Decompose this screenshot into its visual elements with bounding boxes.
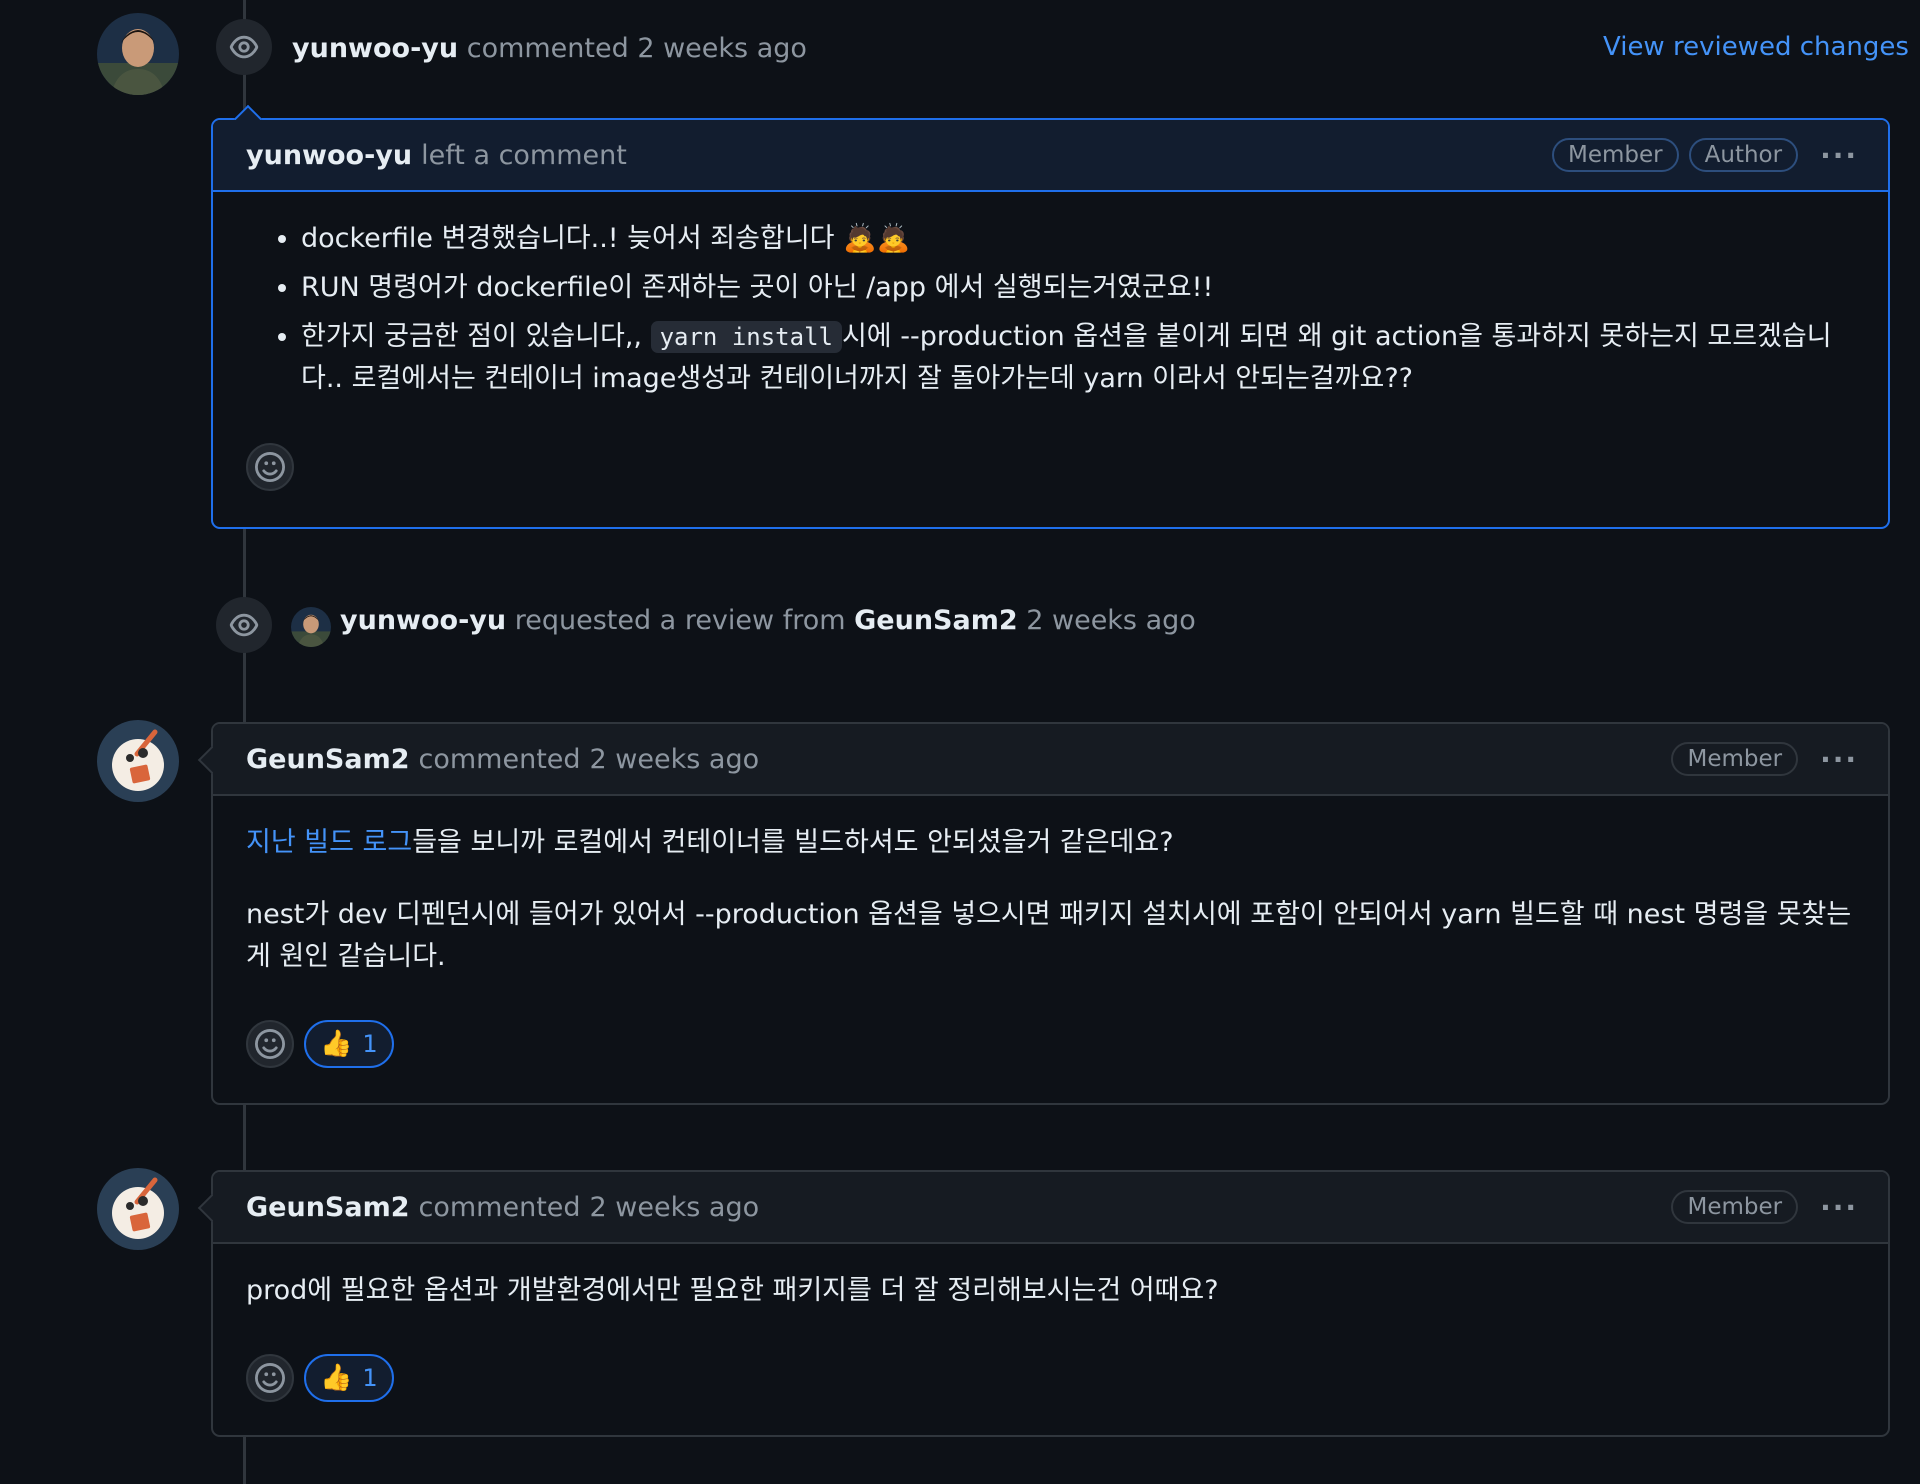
- list-item: 한가지 궁금한 점이 있습니다,, yarn install시에 --produ…: [301, 316, 1855, 400]
- add-reaction-button[interactable]: [246, 1354, 294, 1402]
- review-request-line: yunwoo-yu requested a review from GeunSa…: [340, 605, 1196, 636]
- timeline-line: [243, 1104, 246, 1170]
- event-timestamp[interactable]: 2 weeks ago: [637, 33, 807, 64]
- comment-body: dockerfile 변경했습니다..! 늦어서 죄송합니다 🙇🙇 RUN 명령…: [213, 192, 1888, 400]
- comment-header: yunwoo-yu left a comment Member Author ·…: [213, 120, 1888, 192]
- reaction-count: 1: [362, 1030, 378, 1058]
- paragraph-text: 들을 보니까 로컬에서 컨테이너를 빌드하셔도 안되셨을거 같은데요?: [412, 827, 1174, 858]
- event-header: yunwoo-yu commented 2 weeks ago: [292, 33, 807, 64]
- inline-code: yarn install: [650, 321, 842, 353]
- build-log-link[interactable]: 지난 빌드 로그: [246, 827, 412, 858]
- author-link[interactable]: yunwoo-yu: [246, 140, 412, 171]
- comment-action: commented: [418, 743, 581, 775]
- comment-body: prod에 필요한 옵션과 개발환경에서만 필요한 패키지를 더 잘 정리해보시…: [213, 1244, 1888, 1312]
- list-item: RUN 명령어가 dockerfile이 존재하는 곳이 아닌 /app 에서 …: [301, 267, 1855, 309]
- avatar-geunsam2[interactable]: [97, 1168, 179, 1250]
- review-comment-card: yunwoo-yu left a comment Member Author ·…: [211, 104, 1890, 529]
- member-label: Member: [1671, 1190, 1799, 1224]
- comment-action: left a comment: [421, 139, 627, 171]
- add-reaction-button[interactable]: [246, 1020, 294, 1068]
- author-link[interactable]: GeunSam2: [246, 744, 410, 775]
- event-action: commented: [466, 33, 629, 64]
- kebab-horizontal-icon[interactable]: ···: [1820, 139, 1858, 172]
- smiley-icon: [255, 452, 285, 482]
- thumbs-up-emoji: 👍: [320, 1363, 353, 1393]
- review-event-badge: [216, 19, 272, 75]
- reaction-row: [246, 443, 294, 491]
- member-label: Member: [1671, 742, 1799, 776]
- reaction-row: 👍 1: [246, 1020, 394, 1068]
- thumbs-up-reaction-button[interactable]: 👍 1: [304, 1354, 394, 1402]
- comment-timestamp[interactable]: 2 weeks ago: [590, 744, 760, 775]
- comment-paragraph: nest가 dev 디펜던시에 들어가 있어서 --production 옵션을…: [246, 899, 1852, 972]
- comment-body: 지난 빌드 로그들을 보니까 로컬에서 컨테이너를 빌드하셔도 안되셨을거 같은…: [213, 796, 1888, 978]
- eye-icon: [229, 613, 259, 637]
- comment-card: GeunSam2 commented 2 weeks ago Member ··…: [197, 1170, 1890, 1437]
- timeline-line: [243, 650, 246, 722]
- smiley-icon: [255, 1029, 285, 1059]
- author-link[interactable]: GeunSam2: [246, 1192, 410, 1223]
- avatar-yunwoo-yu[interactable]: [97, 13, 179, 95]
- comment-timestamp[interactable]: 2 weeks ago: [590, 1192, 760, 1223]
- event-action: requested a review from: [514, 605, 846, 636]
- reaction-row: 👍 1: [246, 1354, 394, 1402]
- author-link[interactable]: yunwoo-yu: [340, 605, 506, 636]
- review-request-badge: [216, 597, 272, 653]
- eye-icon: [229, 35, 259, 59]
- thumbs-up-emoji: 👍: [320, 1029, 353, 1059]
- comment-bullet-list: dockerfile 변경했습니다..! 늦어서 죄송합니다 🙇🙇 RUN 명령…: [246, 218, 1855, 400]
- avatar-geunsam2[interactable]: [97, 720, 179, 802]
- list-item-text: 한가지 궁금한 점이 있습니다,,: [301, 321, 651, 352]
- kebab-horizontal-icon[interactable]: ···: [1820, 1191, 1858, 1224]
- avatar-small-yunwoo-yu[interactable]: [291, 607, 331, 647]
- reaction-count: 1: [362, 1364, 378, 1392]
- comment-paragraph: 지난 빌드 로그들을 보니까 로컬에서 컨테이너를 빌드하셔도 안되셨을거 같은…: [246, 822, 1855, 864]
- author-link[interactable]: yunwoo-yu: [292, 33, 458, 64]
- comment-action: commented: [418, 1191, 581, 1223]
- kebab-horizontal-icon[interactable]: ···: [1820, 743, 1858, 776]
- list-item: dockerfile 변경했습니다..! 늦어서 죄송합니다 🙇🙇: [301, 218, 1855, 260]
- event-timestamp[interactable]: 2 weeks ago: [1026, 605, 1196, 636]
- timeline-line: [243, 528, 246, 600]
- view-reviewed-changes-link[interactable]: View reviewed changes: [1603, 32, 1909, 62]
- comment-header: GeunSam2 commented 2 weeks ago Member ··…: [213, 724, 1888, 796]
- comment-paragraph: prod에 필요한 옵션과 개발환경에서만 필요한 패키지를 더 잘 정리해보시…: [246, 1275, 1219, 1306]
- author-label: Author: [1688, 138, 1799, 172]
- comment-card: GeunSam2 commented 2 weeks ago Member ··…: [197, 722, 1890, 1105]
- thumbs-up-reaction-button[interactable]: 👍 1: [304, 1020, 394, 1068]
- comment-header: GeunSam2 commented 2 weeks ago Member ··…: [213, 1172, 1888, 1244]
- add-reaction-button[interactable]: [246, 443, 294, 491]
- member-label: Member: [1552, 138, 1679, 172]
- timeline-line: [243, 1436, 246, 1484]
- smiley-icon: [255, 1363, 285, 1393]
- reviewer-link[interactable]: GeunSam2: [854, 605, 1018, 636]
